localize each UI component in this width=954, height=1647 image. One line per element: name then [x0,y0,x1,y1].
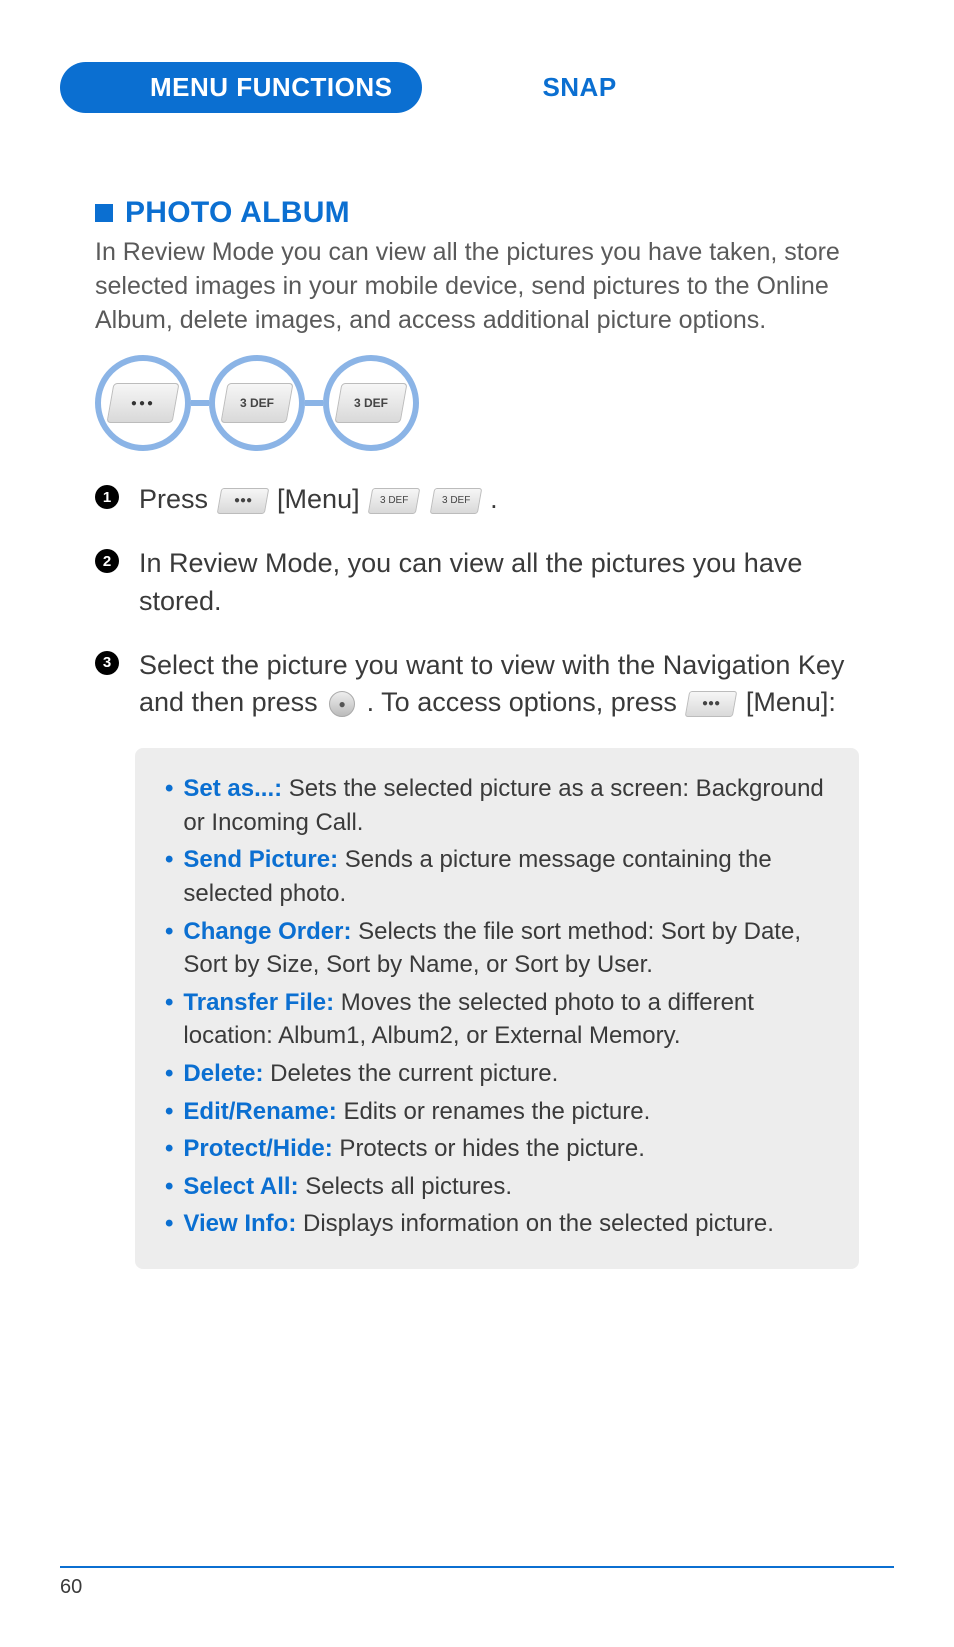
option-view-info: • View Info: Displays information on the… [165,1207,829,1241]
ok-key-icon: ● [329,691,355,717]
step-number-icon: 1 [95,485,119,509]
step-1-suffix: . [490,484,498,514]
page-header: MENU FUNCTIONS SNAP [60,62,894,113]
bullet-icon: • [165,986,173,1020]
option-label: Select All: [183,1173,298,1200]
option-label: View Info: [183,1210,296,1237]
menu-dots-key-icon [106,383,179,423]
three-def-key-icon: 3 DEF [368,488,421,514]
option-label: Send Picture: [183,846,338,873]
option-desc: Selects all pictures. [299,1173,512,1200]
option-protect-hide: • Protect/Hide: Protects or hides the pi… [165,1132,829,1166]
option-desc: Protects or hides the picture. [333,1135,645,1162]
key-circle-3def-b: 3 DEF [323,355,419,451]
option-delete: • Delete: Deletes the current picture. [165,1057,829,1091]
option-change-order: • Change Order: Selects the file sort me… [165,915,829,982]
options-box: • Set as...: Sets the selected picture a… [135,748,859,1269]
bullet-icon: • [165,843,173,877]
option-select-all: • Select All: Selects all pictures. [165,1170,829,1204]
step-2-text: In Review Mode, you can view all the pic… [139,545,859,621]
bullet-icon: • [165,915,173,949]
option-desc: Deletes the current picture. [263,1060,558,1087]
menu-dots-key-icon: ●●● [685,691,738,717]
option-desc: Edits or renames the picture. [337,1098,650,1125]
step-1-menu-label: [Menu] [277,484,360,514]
step-3-line2: . To access options, press [367,687,677,717]
option-label: Edit/Rename: [183,1098,336,1125]
option-label: Set as...: [183,775,282,802]
option-label: Change Order: [183,918,351,945]
key-circle-3def-a: 3 DEF [209,355,305,451]
bullet-icon: • [165,1132,173,1166]
option-edit-rename: • Edit/Rename: Edits or renames the pict… [165,1095,829,1129]
three-def-key-icon: 3 DEF [220,383,293,423]
section-title-row: PHOTO ALBUM [95,196,859,230]
header-tab-right: SNAP [542,72,616,103]
steps-list: 1 Press ●●● [Menu] 3 DEF 3 DEF . 2 In Re… [95,481,859,722]
step-2: 2 In Review Mode, you can view all the p… [95,545,859,621]
option-label: Transfer File: [183,989,334,1016]
option-send-picture: • Send Picture: Sends a picture message … [165,843,829,910]
option-label: Protect/Hide: [183,1135,332,1162]
step-number-icon: 3 [95,651,119,675]
option-label: Delete: [183,1060,263,1087]
option-desc: Displays information on the selected pic… [296,1210,774,1237]
step-1: 1 Press ●●● [Menu] 3 DEF 3 DEF . [95,481,859,519]
step-1-text: Press ●●● [Menu] 3 DEF 3 DEF . [139,481,498,519]
section-bullet-icon [95,204,113,222]
key-sequence-diagram: 3 DEF 3 DEF [95,355,859,451]
option-set-as: • Set as...: Sets the selected picture a… [165,772,829,839]
bullet-icon: • [165,772,173,806]
page-content: PHOTO ALBUM In Review Mode you can view … [95,196,859,1269]
step-3: 3 Select the picture you want to view wi… [95,647,859,723]
page-footer: 60 [60,1566,894,1599]
bullet-icon: • [165,1170,173,1204]
bullet-icon: • [165,1057,173,1091]
key-link-icon [191,400,209,406]
menu-dots-key-icon: ●●● [216,488,269,514]
section-intro: In Review Mode you can view all the pict… [95,236,859,337]
bullet-icon: • [165,1095,173,1129]
key-link-icon [305,400,323,406]
key-circle-menu [95,355,191,451]
three-def-key-icon: 3 DEF [334,383,407,423]
option-transfer-file: • Transfer File: Moves the selected phot… [165,986,829,1053]
three-def-key-icon: 3 DEF [429,488,482,514]
bullet-icon: • [165,1207,173,1241]
step-number-icon: 2 [95,549,119,573]
header-tab-left: MENU FUNCTIONS [60,62,422,113]
step-3-text: Select the picture you want to view with… [139,647,859,723]
step-3-menu-label: [Menu]: [746,687,836,717]
page-number: 60 [60,1576,894,1599]
section-title: PHOTO ALBUM [125,196,350,230]
step-1-prefix: Press [139,484,216,514]
